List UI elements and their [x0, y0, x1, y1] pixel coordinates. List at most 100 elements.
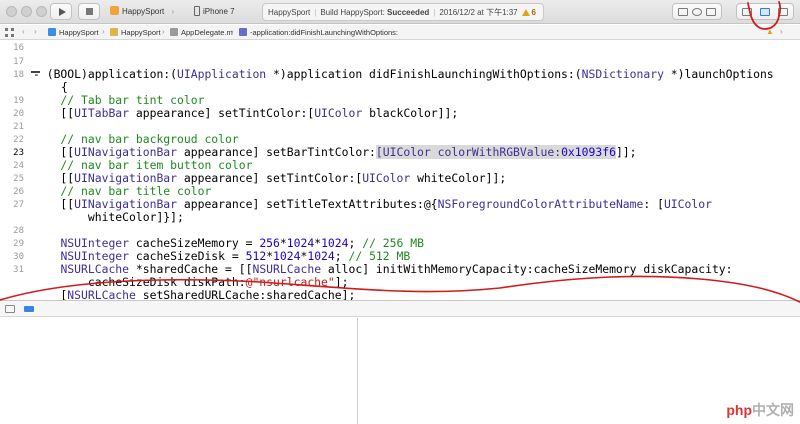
code-line-29[interactable]: NSUInteger cacheSizeMemory = 256*1024*10…: [33, 236, 424, 250]
stop-icon: [86, 8, 93, 15]
code-line-22[interactable]: // nav bar backgroud color: [33, 132, 239, 146]
code-text: [[: [33, 171, 75, 185]
code-text: whiteColor]];: [410, 171, 507, 185]
line-number: 17: [13, 57, 24, 67]
code-line-27[interactable]: [[UINavigationBar appearance] setTitleTe…: [33, 197, 712, 211]
code-line-26[interactable]: // nav bar title color: [33, 184, 211, 198]
code-class: NSURLCache: [60, 262, 130, 276]
breadcrumb-group[interactable]: HappySport: [110, 28, 161, 37]
code-line-18-brace[interactable]: {: [61, 80, 68, 94]
line-number: 27: [13, 200, 24, 210]
line-number: 18: [13, 70, 24, 80]
code-class: NSURLCache: [252, 262, 322, 276]
debug-bar: [0, 300, 800, 317]
method-icon: [239, 28, 247, 36]
breakpoints-toggle-icon[interactable]: [24, 306, 34, 312]
close-window-button[interactable]: [6, 6, 17, 17]
scheme-device-label: iPhone 7: [203, 7, 235, 16]
folder-icon: [110, 28, 118, 36]
issue-warning-icon[interactable]: ▲: [766, 27, 774, 36]
code-line-19[interactable]: // Tab bar tint color: [33, 93, 204, 107]
app-icon: [110, 6, 119, 15]
code-text: appearance] setBarTintColor:: [177, 145, 376, 159]
code-string: @"nsurlcache": [245, 275, 335, 289]
code-class: UIColor: [663, 197, 712, 211]
line-number: 16: [13, 43, 24, 53]
code-line-25[interactable]: [[UINavigationBar appearance] setTintCol…: [33, 171, 506, 185]
code-class: UINavigationBar: [74, 145, 178, 159]
debug-area-toggle-icon[interactable]: [760, 8, 770, 16]
warning-icon: [521, 9, 530, 16]
standard-editor-icon[interactable]: [678, 8, 688, 16]
destination-selector[interactable]: iPhone 7: [194, 6, 235, 16]
line-number: 31: [13, 265, 24, 275]
code-class: UINavigationBar: [74, 171, 178, 185]
code-line-23[interactable]: [[UINavigationBar appearance] setBarTint…: [33, 145, 637, 159]
code-class: UITabBar: [74, 106, 130, 120]
breadcrumb-project-label: HappySport: [59, 28, 99, 37]
zoom-window-button[interactable]: [36, 6, 47, 17]
code-text: ;: [334, 249, 349, 263]
code-text: setSharedURLCache:sharedCache];: [135, 288, 356, 300]
issue-next-icon[interactable]: ›: [780, 27, 783, 36]
code-class: NSUInteger: [60, 249, 130, 263]
status-build-prefix: Build HappySport:: [320, 8, 388, 17]
code-line-20[interactable]: [[UITabBar appearance] setTintColor:[UIC…: [33, 106, 458, 120]
code-comment: // nav bar backgroud color: [33, 132, 239, 146]
variables-view[interactable]: [0, 318, 358, 424]
project-icon: [48, 28, 56, 36]
forward-icon[interactable]: ›: [34, 27, 37, 36]
code-text: [: [33, 288, 68, 300]
breadcrumb-file[interactable]: AppDelegate.m: [170, 28, 233, 37]
code-line-30[interactable]: NSUInteger cacheSizeDisk = 512*1024*1024…: [33, 249, 410, 263]
back-icon[interactable]: ‹: [22, 27, 25, 36]
code-text: : [: [643, 197, 664, 211]
hide-debug-area-icon[interactable]: [5, 305, 15, 313]
code-line-27-wrap[interactable]: whiteColor]}];: [33, 210, 184, 224]
editor-mode-segment[interactable]: [672, 3, 722, 20]
navigator-toggle-icon[interactable]: [742, 8, 752, 16]
code-class: NSDictionary: [581, 67, 664, 81]
console-view[interactable]: php中文网: [359, 318, 800, 424]
minimize-window-button[interactable]: [21, 6, 32, 17]
breadcrumb-method[interactable]: -application:didFinishLaunchingWithOptio…: [239, 28, 398, 37]
code-text: appearance] setTintColor:[: [177, 171, 363, 185]
code-text: - (BOOL)application:(: [33, 67, 178, 81]
view-toggle-segment[interactable]: [736, 3, 794, 20]
code-line-24[interactable]: // nav bar item button color: [33, 158, 252, 172]
code-selection: [UIColor colorWithRGBValue:: [375, 145, 562, 159]
breadcrumb-separator: ›: [162, 27, 165, 36]
code-text: ];: [334, 275, 349, 289]
method-fold-marker[interactable]: [31, 71, 40, 73]
version-editor-icon[interactable]: [706, 8, 716, 16]
code-line-18[interactable]: - (BOOL)application:(UIApplication *)app…: [33, 67, 774, 81]
code-line-32[interactable]: [NSURLCache setSharedURLCache:sharedCach…: [33, 288, 355, 300]
code-number: 1024: [286, 236, 315, 250]
breadcrumb-method-label: -application:didFinishLaunchingWithOptio…: [250, 28, 399, 37]
code-text: ]];: [615, 145, 637, 159]
stop-button[interactable]: [78, 3, 100, 20]
code-class: UIColor: [362, 171, 411, 185]
breadcrumb-group-label: HappySport: [121, 28, 161, 37]
run-button[interactable]: [50, 3, 72, 20]
code-text: [[: [33, 106, 75, 120]
source-editor[interactable]: 16 17 18 19 20 21 22 23 24 25 26 27 28 2…: [0, 41, 800, 300]
breadcrumb-project[interactable]: HappySport: [48, 28, 99, 37]
scheme-selector[interactable]: HappySport ›: [110, 6, 179, 16]
code-line-31-wrap[interactable]: cacheSizeDisk diskPath:@"nsurlcache"];: [33, 275, 349, 289]
code-text: ;: [348, 236, 363, 250]
utilities-toggle-icon[interactable]: [778, 8, 788, 16]
breadcrumb-file-label: AppDelegate.m: [181, 28, 233, 37]
code-line-31[interactable]: NSURLCache *sharedCache = [[NSURLCache a…: [33, 262, 732, 276]
line-number: 19: [13, 96, 24, 106]
line-number: 28: [13, 226, 24, 236]
play-icon: [59, 8, 66, 16]
warning-count-badge[interactable]: 6: [521, 4, 536, 21]
scheme-app-label: HappySport: [122, 7, 165, 16]
related-items-icon[interactable]: [5, 28, 14, 37]
assistant-editor-icon[interactable]: [692, 8, 702, 16]
line-number: 26: [13, 187, 24, 197]
status-timestamp: 2016/12/2 at 下午1:37: [439, 8, 518, 17]
